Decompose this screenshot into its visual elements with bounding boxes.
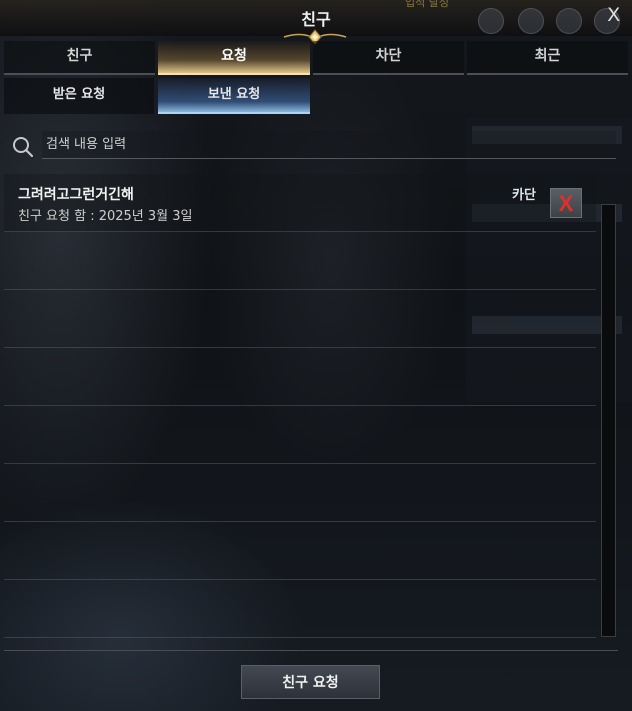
list-scrollbar[interactable] [601, 204, 616, 637]
list-item [4, 406, 596, 464]
server-name: 카단 [512, 188, 536, 203]
list-item [4, 232, 596, 290]
window-title: 친구 [301, 10, 331, 29]
footer-divider [4, 650, 618, 651]
close-icon: X [558, 191, 574, 216]
list-item [4, 464, 596, 522]
tab-friends[interactable]: 친구 [4, 41, 155, 75]
send-friend-request-button[interactable]: 친구 요청 [241, 665, 380, 699]
cancel-request-button[interactable]: X [550, 188, 582, 218]
subtab-sent-requests[interactable]: 보낸 요청 [158, 78, 310, 114]
tab-blocked[interactable]: 차단 [313, 41, 464, 75]
list-item [4, 580, 596, 638]
search-input[interactable] [42, 131, 616, 159]
list-item [4, 348, 596, 406]
tab-recent[interactable]: 최근 [467, 41, 628, 75]
list-item [4, 290, 596, 348]
search-icon [13, 137, 34, 158]
main-tabs: 친구 요청 차단 최근 [4, 41, 628, 75]
request-date: 친구 요청 함 : 2025년 3월 3일 [18, 209, 193, 224]
list-item [4, 522, 596, 580]
list-item: 그려려고그런거긴해 친구 요청 함 : 2025년 3월 3일 카단 X [4, 174, 596, 232]
subtab-received-requests[interactable]: 받은 요청 [4, 78, 154, 114]
friend-name: 그려려고그런거긴해 [18, 187, 134, 203]
close-button[interactable]: X [607, 5, 620, 27]
tab-requests[interactable]: 요청 [158, 41, 310, 75]
